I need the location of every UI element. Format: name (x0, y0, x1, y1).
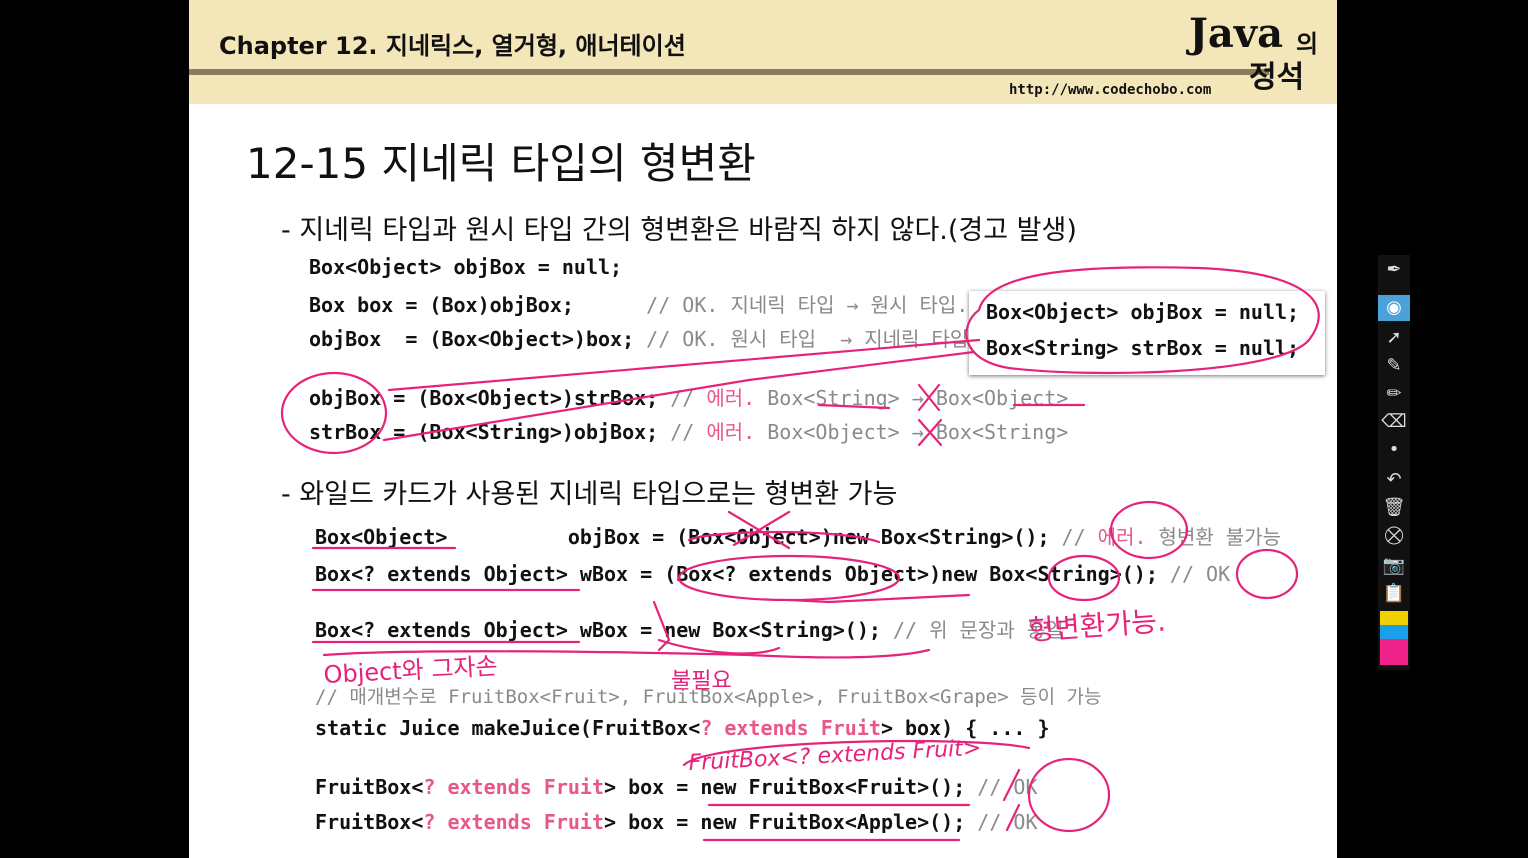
pointer-icon[interactable]: ➚ (1378, 325, 1410, 351)
code-line: Box<Object> objBox = (Box<Object>)new Bo… (315, 521, 1281, 550)
slide-header: Chapter 12. 지네릭스, 열거형, 애너테이션 Java 의 정석 h… (189, 0, 1337, 104)
header-rule (189, 69, 1269, 75)
logo-java: Java (1189, 10, 1284, 57)
dot-icon[interactable]: • (1378, 437, 1410, 463)
code-comment: // OK. 지네릭 타입 → 원시 타입. (646, 293, 969, 317)
ink-line (322, 648, 931, 659)
stamp-icon[interactable]: ⛒ (1378, 523, 1410, 549)
code-text: objBox = (Box<Object>)strBox; (309, 386, 671, 410)
code-line: Box<? extends Object> wBox = new Box<Str… (315, 614, 1064, 643)
code-comment: // OK (977, 810, 1038, 834)
code-comment: // 위 문장과 동일 (892, 618, 1064, 642)
code-comment: // (1061, 525, 1098, 549)
undo-icon[interactable]: ↶ (1378, 467, 1410, 493)
code-line: strBox = (Box<String>)objBox; // 에러. Box… (309, 416, 1068, 445)
error-label: 에러. (706, 386, 756, 410)
code-text: > box = new FruitBox<Apple>(); (604, 810, 978, 834)
code-text: Box<? extends Object> wBox = new Box<Str… (315, 618, 893, 642)
highlighter-icon[interactable]: ✎ (1378, 353, 1410, 379)
code-line: Box<Object> objBox = null; (309, 255, 623, 279)
code-text: Box<Object> objBox = (Box<Object>)new Bo… (315, 525, 1062, 549)
code-comment: // (670, 420, 707, 444)
popup-line: Box<String> strBox = null; (986, 336, 1300, 360)
code-text: static Juice makeJuice(FruitBox< (315, 716, 701, 740)
pen-tip-icon[interactable]: ✒ (1378, 257, 1410, 283)
error-label: 에러. (1097, 525, 1147, 549)
color-swatch-blue[interactable] (1380, 625, 1408, 639)
popup-line: Box<Object> objBox = null; (986, 300, 1300, 324)
code-line: FruitBox<? extends Fruit> box = new Frui… (315, 810, 1038, 834)
code-text: FruitBox< (315, 810, 424, 834)
code-line: static Juice makeJuice(FruitBox<? extend… (315, 716, 1050, 740)
chapter-title: Chapter 12. 지네릭스, 열거형, 애너테이션 (219, 32, 686, 60)
code-comment: // OK (977, 775, 1038, 799)
slide: Chapter 12. 지네릭스, 열거형, 애너테이션 Java 의 정석 h… (189, 0, 1337, 858)
eraser-icon[interactable]: ⌫ (1378, 409, 1410, 435)
code-text: > box = new FruitBox<Fruit>(); (604, 775, 978, 799)
code-comment-line: // 매개변수로 FruitBox<Fruit>, FruitBox<Apple… (315, 686, 1102, 708)
code-line: Box<? extends Object> wBox = (Box<? exte… (315, 562, 1230, 586)
code-text: objBox = (Box<Object>)box; (309, 327, 647, 351)
code-comment: // OK. 원시 타입 → 지네릭 타입 (646, 327, 969, 351)
color-swatch-pink[interactable] (1380, 639, 1408, 665)
ink-line (682, 739, 1031, 767)
ink-circle (1027, 757, 1111, 833)
color-swatch-yellow[interactable] (1380, 611, 1408, 625)
bullet-2: - 와일드 카드가 사용된 지네릭 타입으로는 형변환 가능 (281, 479, 898, 510)
pencil-icon[interactable]: ✏ (1378, 381, 1410, 407)
site-url: http://www.codechobo.com (1009, 82, 1212, 98)
error-label: 에러. (706, 420, 756, 444)
code-text: > box) { ... } (880, 716, 1050, 740)
ink-note: FruitBox<? extends Fruit> (688, 736, 982, 776)
eye-icon[interactable]: ◉ (1378, 295, 1410, 321)
code-comment: 형변환 불가능 (1146, 525, 1281, 549)
bullet-1: - 지네릭 타입과 원시 타입 간의 형변환은 바람직 하지 않다.(경고 발생… (281, 215, 1077, 246)
code-line: FruitBox<? extends Fruit> box = new Frui… (315, 775, 1038, 799)
code-line: objBox = (Box<Object>)strBox; // 에러. Box… (309, 382, 1068, 411)
code-line: objBox = (Box<Object>)box; // OK. 원시 타입 … (309, 323, 968, 352)
code-comment: // (670, 386, 707, 410)
code-comment: Box<String> → Box<Object> (755, 386, 1069, 410)
clipboard-icon[interactable]: 📋 (1378, 581, 1410, 607)
code-comment: Box<Object> → Box<String> (755, 420, 1069, 444)
ink-circle (1235, 548, 1299, 600)
code-comment: // OK (1169, 562, 1231, 586)
logo-jeong: 정석 (1249, 60, 1305, 95)
trash-icon[interactable]: 🗑 (1378, 495, 1410, 521)
code-text: FruitBox< (315, 775, 424, 799)
camera-icon[interactable]: 📷 (1378, 553, 1410, 579)
wildcard-text: ? extends Fruit (423, 810, 604, 834)
wildcard-text: ? extends Fruit (423, 775, 604, 799)
code-popup: Box<Object> objBox = null; Box<String> s… (969, 291, 1325, 375)
code-text: Box box = (Box)objBox; (309, 293, 647, 317)
slide-title: 12-15 지네릭 타입의 형변환 (246, 139, 756, 188)
code-text: strBox = (Box<String>)objBox; (309, 420, 671, 444)
code-text: Box<? extends Object> wBox = (Box<? exte… (315, 562, 1170, 586)
code-line: Box box = (Box)objBox; // OK. 지네릭 타입 → 원… (309, 289, 968, 318)
pen-toolbar: ✒ ◉ ➚ ✎ ✏ ⌫ • ↶ 🗑 ⛒ 📷 📋 (1378, 255, 1410, 670)
wildcard-text: ? extends Fruit (700, 716, 881, 740)
